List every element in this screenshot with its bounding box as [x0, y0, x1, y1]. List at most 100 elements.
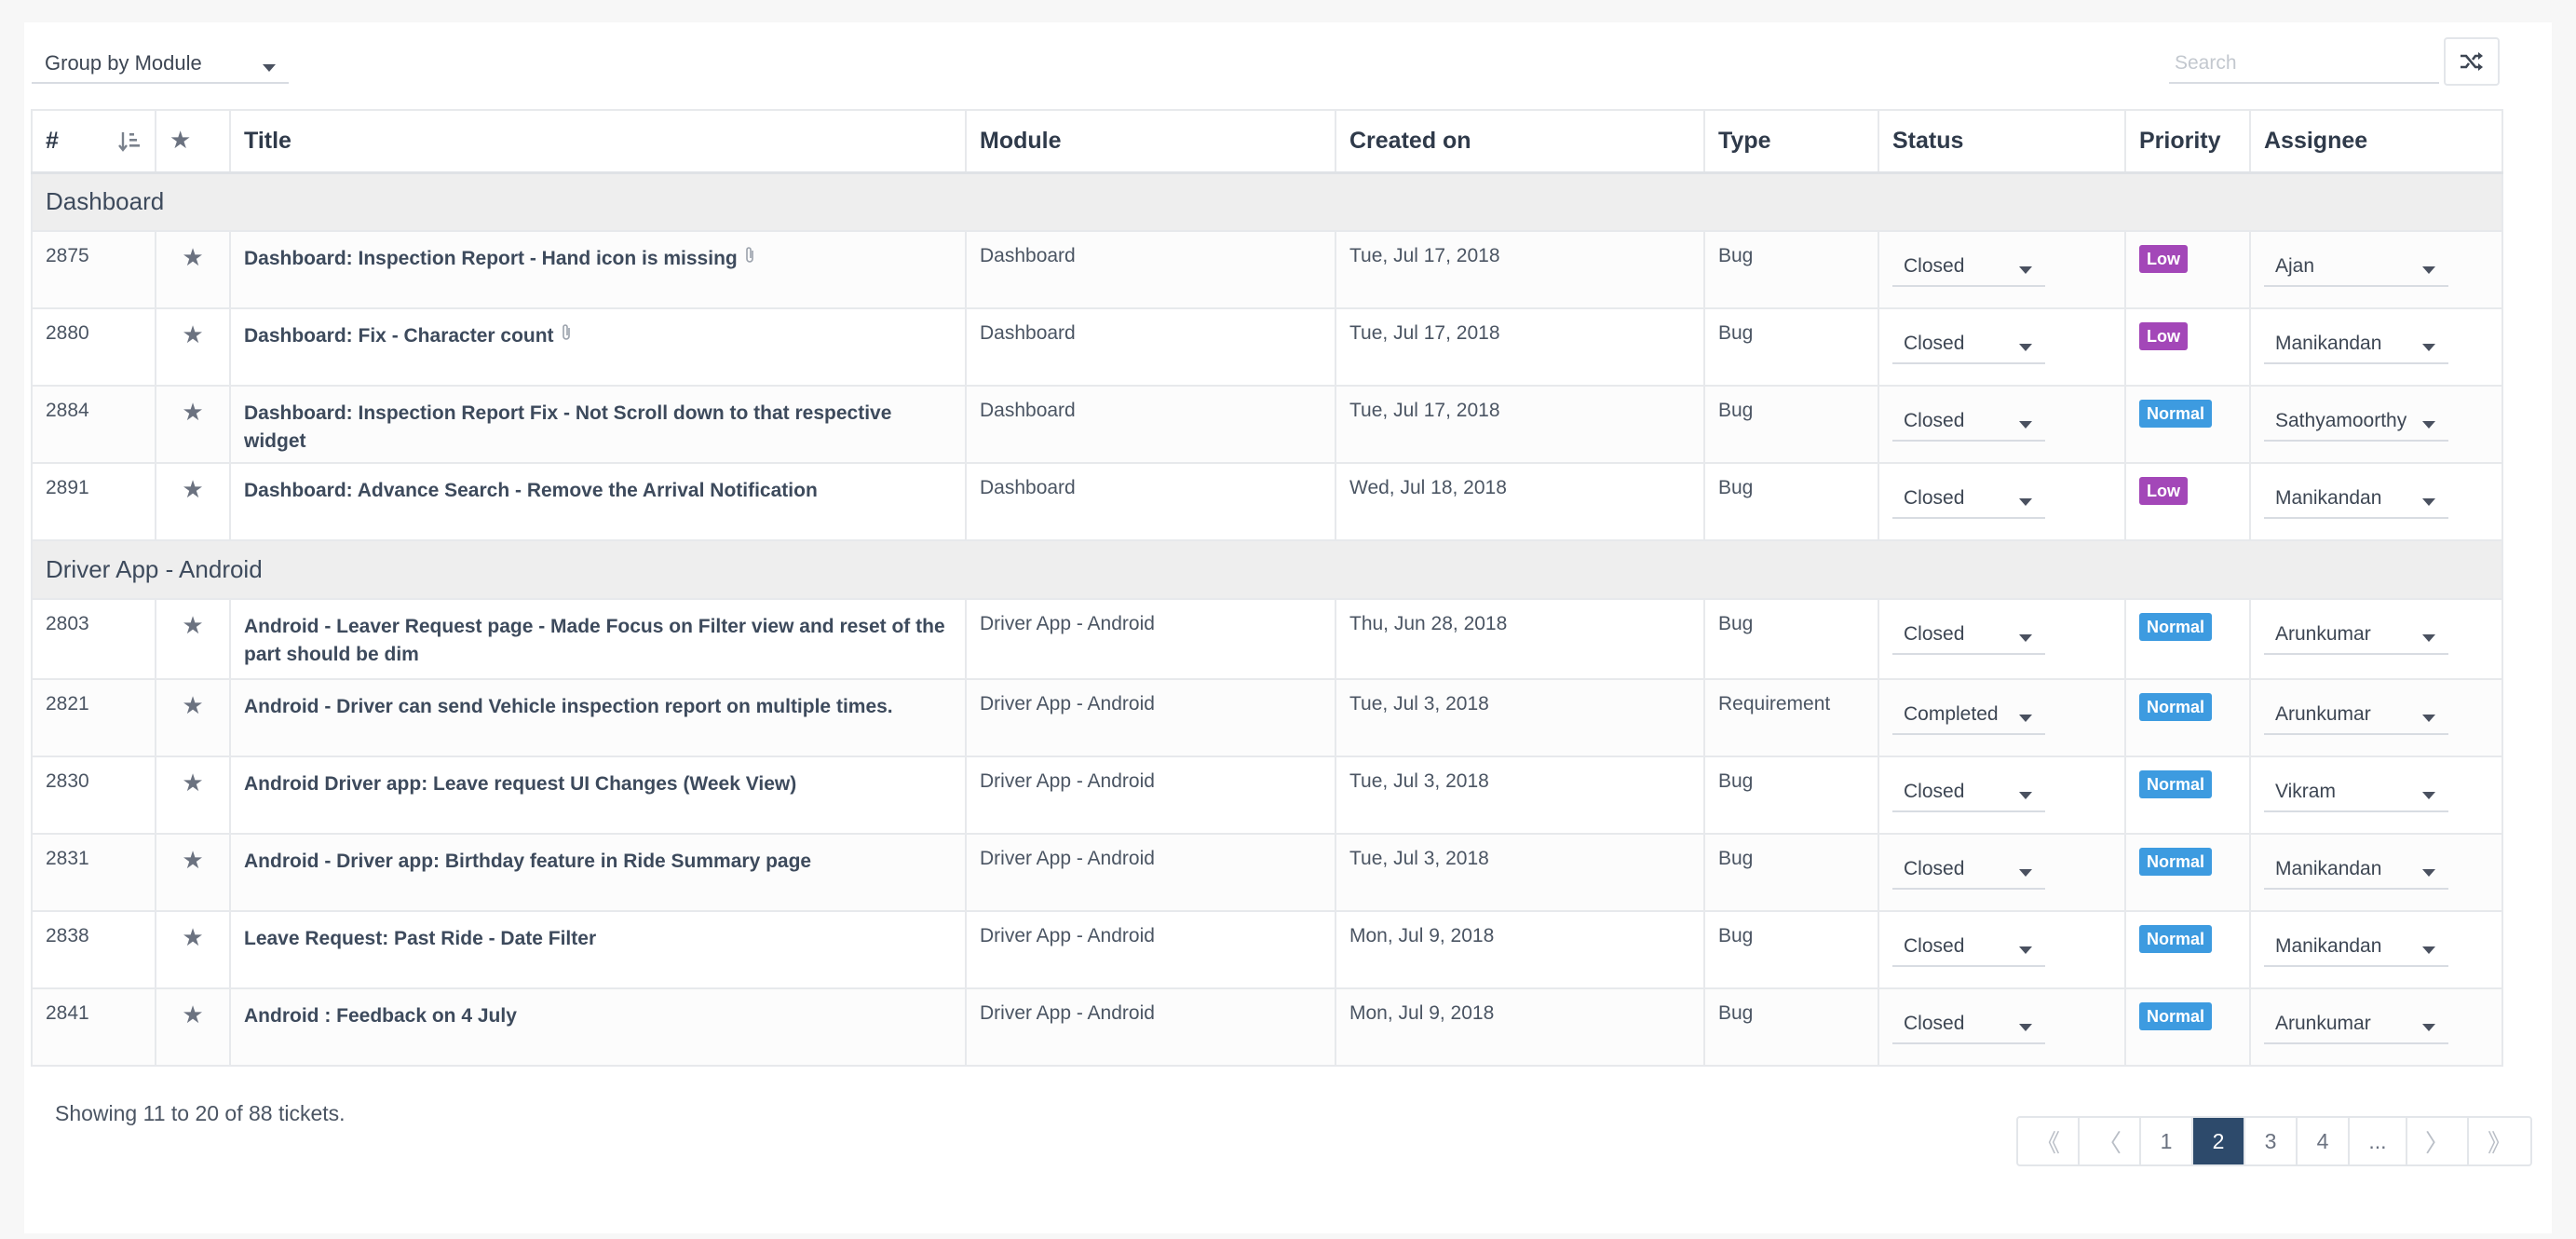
star-icon[interactable]: ★: [182, 320, 203, 348]
ticket-priority-cell: Low: [2124, 307, 2251, 387]
status-select[interactable]: Closed: [1892, 851, 2045, 890]
column-header-module[interactable]: Module: [965, 109, 1336, 174]
assignee-select[interactable]: Arunkumar: [2264, 616, 2448, 655]
column-header-title[interactable]: Title: [229, 109, 967, 174]
status-value: Closed: [1904, 781, 1965, 802]
page-button-4[interactable]: 4: [2298, 1118, 2350, 1164]
star-icon[interactable]: ★: [182, 769, 203, 796]
shuffle-button[interactable]: [2444, 37, 2500, 86]
assignee-value: Sathyamoorthy: [2275, 410, 2407, 431]
assignee-select[interactable]: Arunkumar: [2264, 696, 2448, 735]
group-by-select[interactable]: Group by Module: [32, 45, 289, 84]
sort-ascending-icon[interactable]: [117, 129, 142, 154]
page-button-2[interactable]: 2: [2193, 1118, 2245, 1164]
assignee-select[interactable]: Manikandan: [2264, 928, 2448, 967]
page-next-button[interactable]: 〉: [2407, 1118, 2469, 1164]
ticket-type: Bug: [1703, 987, 1879, 1067]
status-select[interactable]: Completed: [1892, 696, 2045, 735]
assignee-select[interactable]: Ajan: [2264, 248, 2448, 287]
star-cell[interactable]: ★: [155, 598, 231, 680]
assignee-select[interactable]: Vikram: [2264, 773, 2448, 812]
table-row[interactable]: 2841 ★ Android : Feedback on 4 July Driv…: [31, 987, 2503, 1067]
group-header: Dashboard: [31, 171, 2503, 232]
star-cell[interactable]: ★: [155, 987, 231, 1067]
ticket-title-link[interactable]: Android - Leaver Request page - Made Foc…: [244, 616, 945, 665]
assignee-select[interactable]: Manikandan: [2264, 480, 2448, 519]
table-row[interactable]: 2803 ★ Android - Leaver Request page - M…: [31, 598, 2503, 680]
ticket-title-link[interactable]: Android Driver app: Leave request UI Cha…: [244, 773, 796, 795]
star-icon[interactable]: ★: [182, 846, 203, 874]
status-value: Closed: [1904, 1013, 1965, 1034]
star-icon[interactable]: ★: [182, 611, 203, 639]
ticket-title-link[interactable]: Dashboard: Fix - Character count: [244, 325, 554, 347]
ticket-created: Tue, Jul 17, 2018: [1335, 385, 1705, 464]
ticket-title-link[interactable]: Dashboard: Advance Search - Remove the A…: [244, 480, 818, 501]
star-icon[interactable]: ★: [182, 923, 203, 951]
star-cell[interactable]: ★: [155, 385, 231, 464]
status-select[interactable]: Closed: [1892, 616, 2045, 655]
caret-down-icon: [2422, 946, 2435, 954]
page-first-button[interactable]: 《: [2018, 1118, 2080, 1164]
star-cell[interactable]: ★: [155, 230, 231, 309]
status-select[interactable]: Closed: [1892, 928, 2045, 967]
table-row[interactable]: 2891 ★ Dashboard: Advance Search - Remov…: [31, 462, 2503, 541]
ticket-module: Driver App - Android: [965, 910, 1336, 989]
column-header-type[interactable]: Type: [1703, 109, 1879, 174]
ticket-type: Bug: [1703, 833, 1879, 912]
status-select[interactable]: Closed: [1892, 773, 2045, 812]
column-header-assignee[interactable]: Assignee: [2249, 109, 2503, 174]
page-button-3[interactable]: 3: [2245, 1118, 2298, 1164]
table-row[interactable]: 2838 ★ Leave Request: Past Ride - Date F…: [31, 910, 2503, 989]
priority-badge: Normal: [2139, 1002, 2213, 1030]
ticket-status-cell: Closed: [1878, 307, 2126, 387]
ticket-status-cell: Closed: [1878, 462, 2126, 541]
ticket-title-link[interactable]: Android - Driver can send Vehicle inspec…: [244, 696, 893, 717]
star-icon[interactable]: ★: [182, 475, 203, 503]
page-ellipsis[interactable]: ...: [2350, 1118, 2407, 1164]
ticket-title-link[interactable]: Android - Driver app: Birthday feature i…: [244, 851, 811, 872]
star-cell[interactable]: ★: [155, 833, 231, 912]
assignee-select[interactable]: Manikandan: [2264, 325, 2448, 364]
ticket-title-link[interactable]: Android : Feedback on 4 July: [244, 1005, 517, 1027]
search-input[interactable]: [2169, 45, 2439, 84]
assignee-select[interactable]: Manikandan: [2264, 851, 2448, 890]
star-icon[interactable]: ★: [182, 243, 203, 271]
page-button-1[interactable]: 1: [2141, 1118, 2193, 1164]
column-header-created[interactable]: Created on: [1335, 109, 1705, 174]
table-row[interactable]: 2821 ★ Android - Driver can send Vehicle…: [31, 678, 2503, 757]
table-row[interactable]: 2884 ★ Dashboard: Inspection Report Fix …: [31, 385, 2503, 464]
column-header-priority[interactable]: Priority: [2124, 109, 2251, 174]
column-header-status[interactable]: Status: [1878, 109, 2126, 174]
page-last-button[interactable]: 》: [2469, 1118, 2530, 1164]
column-header-id[interactable]: #: [31, 109, 156, 174]
star-cell[interactable]: ★: [155, 756, 231, 835]
status-select[interactable]: Closed: [1892, 325, 2045, 364]
status-select[interactable]: Closed: [1892, 480, 2045, 519]
caret-down-icon: [2422, 792, 2435, 799]
table-row[interactable]: 2880 ★ Dashboard: Fix - Character count …: [31, 307, 2503, 387]
shuffle-icon: [2461, 52, 2483, 71]
status-select[interactable]: Closed: [1892, 1005, 2045, 1044]
column-header-star[interactable]: ★: [155, 109, 231, 174]
status-select[interactable]: Closed: [1892, 248, 2045, 287]
assignee-select[interactable]: Sathyamoorthy: [2264, 402, 2448, 442]
star-icon[interactable]: ★: [182, 691, 203, 719]
ticket-title-link[interactable]: Dashboard: Inspection Report - Hand icon…: [244, 248, 738, 269]
star-cell[interactable]: ★: [155, 462, 231, 541]
status-select[interactable]: Closed: [1892, 402, 2045, 442]
star-cell[interactable]: ★: [155, 307, 231, 387]
assignee-select[interactable]: Arunkumar: [2264, 1005, 2448, 1044]
page-prev-button[interactable]: 〈: [2080, 1118, 2141, 1164]
ticket-title-link[interactable]: Dashboard: Inspection Report Fix - Not S…: [244, 402, 891, 452]
star-icon[interactable]: ★: [182, 1001, 203, 1028]
star-icon[interactable]: ★: [182, 398, 203, 426]
ticket-title-link[interactable]: Leave Request: Past Ride - Date Filter: [244, 928, 596, 949]
star-cell[interactable]: ★: [155, 910, 231, 989]
caret-down-icon: [2019, 634, 2032, 642]
group-row: Driver App - Android: [31, 539, 2503, 600]
toolbar: Group by Module: [32, 28, 2500, 99]
table-row[interactable]: 2875 ★ Dashboard: Inspection Report - Ha…: [31, 230, 2503, 309]
star-cell[interactable]: ★: [155, 678, 231, 757]
table-row[interactable]: 2830 ★ Android Driver app: Leave request…: [31, 756, 2503, 835]
table-row[interactable]: 2831 ★ Android - Driver app: Birthday fe…: [31, 833, 2503, 912]
